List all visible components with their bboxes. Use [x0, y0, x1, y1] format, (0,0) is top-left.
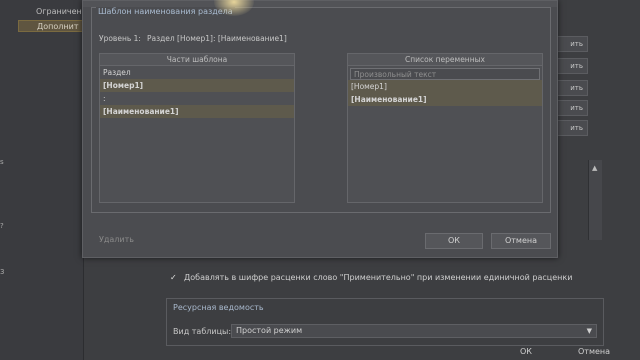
edge-glyph: 3	[0, 268, 5, 276]
variables-header: Список переменных	[348, 54, 542, 66]
table-view-label: Вид таблицы:	[173, 327, 232, 336]
list-item[interactable]: [Номер1]	[100, 79, 294, 92]
side-button-3[interactable]: ить	[556, 80, 588, 96]
side-button-2[interactable]: ить	[556, 58, 588, 74]
template-parts-list[interactable]: Части шаблона Раздел [Номер1] : [Наимено…	[99, 53, 295, 203]
template-parts-header: Части шаблона	[100, 54, 294, 66]
edge-glyph: ?	[0, 222, 4, 230]
apply-word-checkbox-row[interactable]: ✓ Добавлять в шифре расценки слово "Приме…	[170, 270, 600, 286]
table-view-value: Простой режим	[236, 326, 303, 335]
template-dialog: Шаблон наименования раздела Уровень 1: Ра…	[82, 0, 558, 258]
variables-list[interactable]: Список переменных Произвольный текст [Но…	[347, 53, 543, 203]
apply-word-checkbox-label: Добавлять в шифре расценки слово "Примен…	[184, 273, 573, 282]
list-item[interactable]: :	[100, 92, 294, 105]
checkmark-icon[interactable]: ✓	[170, 270, 180, 286]
level-value: Раздел [Номер1]: [Наименование1]	[146, 34, 287, 43]
list-item[interactable]: Раздел	[100, 66, 294, 79]
table-view-select[interactable]: Простой режим ▼	[231, 324, 597, 338]
scroll-up-icon[interactable]: ▲	[592, 164, 597, 172]
side-button-4[interactable]: ить	[556, 100, 588, 116]
level-label: Уровень 1:	[99, 34, 141, 43]
resource-statement-group: Ресурсная ведомость Вид таблицы: Простой…	[166, 298, 604, 346]
tree-item-restrictions[interactable]: Ограничен	[18, 6, 84, 18]
chevron-down-icon[interactable]: ▼	[587, 325, 592, 337]
tree-item-additional[interactable]: Дополнит	[18, 20, 84, 32]
list-item[interactable]: [Наименование1]	[348, 93, 542, 106]
background-cancel-button[interactable]: Отмена	[578, 344, 610, 360]
settings-tree-panel: Ограничен Дополнит s ? 3	[0, 0, 84, 360]
dialog-frame-title: Шаблон наименования раздела	[96, 7, 235, 16]
ok-button[interactable]: ОК	[425, 233, 483, 249]
background-ok-button[interactable]: ОК	[520, 344, 532, 360]
scrollbar[interactable]: ▲	[588, 160, 602, 240]
cancel-button[interactable]: Отмена	[491, 233, 551, 249]
edge-glyph: s	[0, 158, 4, 166]
list-item[interactable]: [Номер1]	[348, 80, 542, 93]
level-row: Уровень 1: Раздел [Номер1]: [Наименование…	[99, 31, 549, 47]
group-title: Ресурсная ведомость	[173, 303, 264, 312]
side-button-1[interactable]: ить	[556, 36, 588, 52]
custom-text-input[interactable]: Произвольный текст	[350, 68, 540, 80]
side-button-5[interactable]: ить	[556, 120, 588, 136]
delete-button[interactable]: Удалить	[99, 235, 134, 244]
list-item[interactable]: [Наименование1]	[100, 105, 294, 118]
